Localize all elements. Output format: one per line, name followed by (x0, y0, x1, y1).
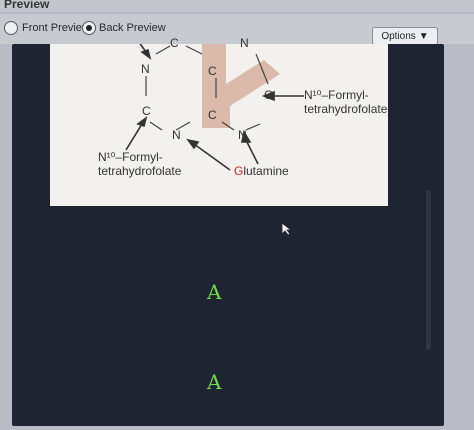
mouse-cursor-icon (281, 222, 293, 236)
answer-text-second: A (207, 370, 222, 394)
atom-n-top: N (240, 36, 249, 50)
atom-n-left: N (141, 62, 150, 76)
options-label: Options (381, 30, 416, 42)
chevron-down-icon: ▼ (418, 30, 429, 42)
front-preview-radio[interactable] (4, 21, 18, 35)
atom-c-mid-left: C (142, 104, 151, 118)
atom-n-bottom-mid: N (172, 128, 181, 142)
atom-n-bottom-right: N (238, 128, 247, 142)
diagram-bonds (125, 44, 304, 171)
atom-c-right: C (264, 88, 273, 102)
formyl-thf-right-label: N¹⁰–Formyl- tetrahydrofolate (304, 88, 388, 116)
back-preview-radio[interactable] (82, 21, 96, 35)
atom-c-top-mid: C (208, 64, 217, 78)
purine-diagram-image: C N N C C C N N C N¹⁰–Formyl- tetrahydro… (50, 36, 388, 206)
atom-c-top-left: C (170, 36, 179, 50)
answer-text-first: A (207, 280, 222, 304)
window-title: Preview (4, 0, 50, 11)
atom-c-mid-mid: C (208, 108, 217, 122)
options-button[interactable]: Options ▼ (372, 27, 438, 45)
formyl-thf-left-label: N¹⁰–Formyl- tetrahydrofolate (98, 150, 182, 178)
back-preview-label[interactable]: Back Preview (99, 22, 166, 34)
window-title-bar: Preview (0, 0, 474, 12)
front-preview-label[interactable]: Front Preview (22, 22, 90, 34)
glutamine-label: Glutamine (234, 164, 289, 178)
preview-scrollbar[interactable] (426, 190, 431, 350)
